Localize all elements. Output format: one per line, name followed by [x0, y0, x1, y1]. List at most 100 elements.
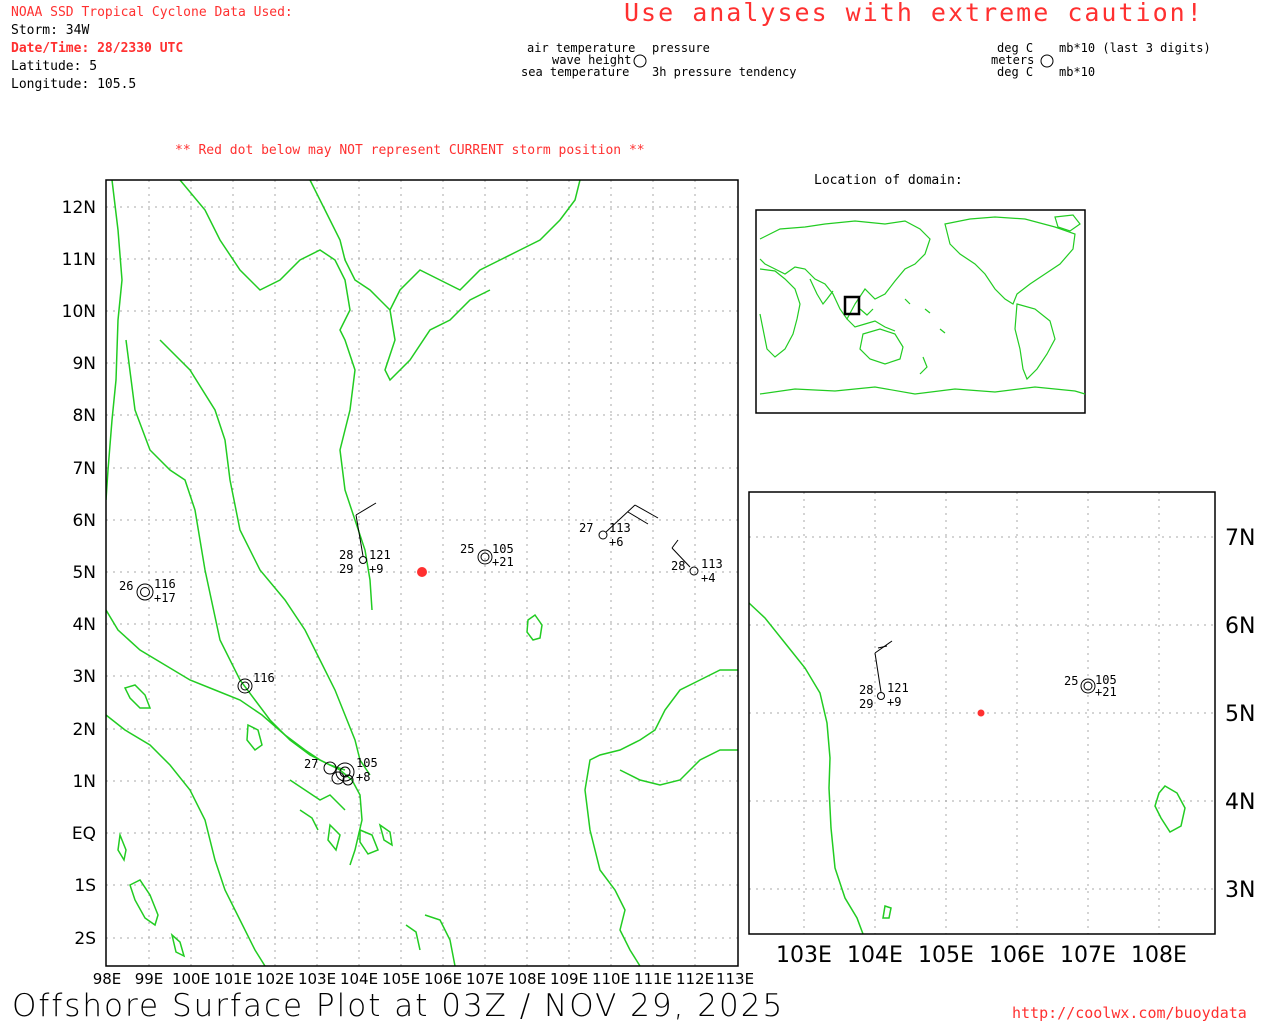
lon-label: 99E — [135, 970, 164, 988]
lat-label: 5N — [72, 563, 96, 583]
lon-label: 104E — [847, 943, 903, 968]
zoom-map-lon-axis: 103E 104E 105E 106E 107E 108E — [776, 943, 1187, 968]
lat-label: EQ — [72, 824, 96, 844]
obs-pressure: 105 — [356, 756, 378, 770]
world-locator-map[interactable] — [755, 209, 1087, 415]
red-dot-note: ** Red dot below may NOT represent CURRE… — [175, 143, 645, 158]
obs-pressure: 113 — [701, 557, 723, 571]
obs-air-temp: 25 — [1064, 674, 1078, 688]
station-obs[interactable]: 27 113 +6 — [579, 504, 659, 549]
lon-label: 103E — [776, 943, 832, 968]
zoom-station-obs[interactable]: 28 121 29 +9 — [859, 640, 909, 711]
lat-label: 7N — [1225, 526, 1255, 551]
legend-tendency: 3h pressure tendency — [652, 65, 797, 79]
obs-tendency: +8 — [356, 770, 370, 784]
obs-sea-temp: 29 — [859, 697, 873, 711]
obs-pressure: 121 — [369, 548, 391, 562]
station-obs[interactable]: 116 — [237, 671, 275, 694]
legend-mb-bottom: mb*10 — [1059, 65, 1096, 79]
obs-tendency: +9 — [887, 695, 901, 709]
obs-air-temp: 27 — [304, 757, 318, 771]
main-map-lat-axis: 12N 11N 10N 9N 8N 7N 6N 5N 4N 3N 2N 1N E… — [62, 198, 96, 949]
legend-station-circle-icon-right — [1040, 54, 1054, 68]
lon-label: 103E — [298, 970, 336, 988]
obs-air-temp: 26 — [119, 579, 133, 593]
storm-position-dot[interactable] — [417, 567, 427, 577]
obs-tendency: +21 — [492, 555, 514, 569]
lat-label: 10N — [62, 302, 96, 322]
obs-tendency: +9 — [369, 562, 383, 576]
lat-label: 2N — [72, 720, 96, 740]
obs-tendency: +4 — [701, 571, 715, 585]
legend-deg-c-bottom: deg C — [997, 65, 1034, 79]
datetime-label: Date/Time: 28/2330 UTC — [11, 41, 184, 56]
obs-tendency: +21 — [1095, 685, 1117, 699]
lon-label: 112E — [676, 970, 714, 988]
obs-pressure: 116 — [253, 671, 275, 685]
footer-url-link[interactable]: http://coolwx.com/buoydata — [1012, 1004, 1247, 1022]
lat-label: 1S — [74, 876, 96, 896]
lat-label: 4N — [1225, 790, 1255, 815]
lat-label: 6N — [72, 511, 96, 531]
storm-label: Storm: 34W — [11, 23, 90, 38]
zoom-station-obs[interactable]: 25 105 +21 — [1064, 673, 1117, 699]
lat-label: 7N — [72, 459, 96, 479]
station-obs[interactable]: 28 121 29 +9 — [339, 502, 391, 576]
main-map[interactable]: 12N 11N 10N 9N 8N 7N 6N 5N 4N 3N 2N 1N E… — [0, 170, 760, 990]
lon-label: 108E — [1131, 943, 1187, 968]
legend-mb-top: mb*10 (last 3 digits) — [1059, 41, 1211, 55]
lon-label: 98E — [93, 970, 122, 988]
lat-label: 1N — [72, 772, 96, 792]
lat-label: 2S — [74, 929, 96, 949]
main-map-lon-axis: 98E 99E 100E 101E 102E 103E 104E 105E 10… — [93, 970, 754, 988]
obs-air-temp: 28 — [859, 683, 873, 697]
inset-title: Location of domain: — [814, 173, 963, 188]
lon-label: 107E — [466, 970, 504, 988]
lon-label: 105E — [382, 970, 420, 988]
station-obs[interactable]: 26 116 +17 — [119, 577, 176, 605]
lat-label: 12N — [62, 198, 96, 218]
obs-tendency: +17 — [154, 591, 176, 605]
obs-air-temp: 27 — [579, 521, 593, 535]
lon-label: 105E — [918, 943, 974, 968]
lon-label: 106E — [989, 943, 1045, 968]
lon-label: 101E — [214, 970, 252, 988]
source-label: NOAA SSD Tropical Cyclone Data Used: — [11, 5, 293, 20]
footer-title: Offshore Surface Plot at 03Z / NOV 29, 2… — [12, 988, 785, 1024]
caution-banner: Use analyses with extreme caution! — [624, 0, 1204, 27]
latitude-label: Latitude: 5 — [11, 59, 98, 74]
zoom-storm-position-dot[interactable] — [977, 709, 985, 717]
lon-label: 109E — [550, 970, 588, 988]
lon-label: 107E — [1060, 943, 1116, 968]
lon-label: 102E — [256, 970, 294, 988]
obs-air-temp: 25 — [460, 542, 474, 556]
obs-pressure: 113 — [609, 521, 631, 535]
zoom-map[interactable]: 7N 6N 5N 4N 3N 103E 104E 105E 106E 107E … — [745, 488, 1280, 978]
obs-pressure: 105 — [492, 542, 514, 556]
lon-label: 100E — [172, 970, 210, 988]
legend-station-circle-icon — [633, 54, 647, 68]
lat-label: 8N — [72, 406, 96, 426]
lat-label: 5N — [1225, 702, 1255, 727]
lat-label: 4N — [72, 615, 96, 635]
longitude-label: Longitude: 105.5 — [11, 77, 137, 92]
lat-label: 9N — [72, 354, 96, 374]
obs-air-temp: 28 — [339, 548, 353, 562]
station-obs[interactable]: 28 113 +4 — [671, 539, 723, 585]
obs-pressure: 116 — [154, 577, 176, 591]
station-obs[interactable]: 25 105 +21 — [460, 542, 514, 569]
legend-pressure: pressure — [652, 41, 710, 55]
lon-label: 111E — [634, 970, 672, 988]
obs-pressure: 121 — [887, 681, 909, 695]
lon-label: 106E — [424, 970, 462, 988]
lon-label: 108E — [508, 970, 546, 988]
legend-sea-temp: sea temperature — [521, 65, 630, 79]
obs-sea-temp: 29 — [339, 562, 353, 576]
obs-air-temp: 28 — [671, 559, 685, 573]
lat-label: 11N — [62, 250, 96, 270]
lon-label: 104E — [340, 970, 378, 988]
lat-label: 3N — [72, 667, 96, 687]
zoom-map-coastlines — [749, 602, 1186, 934]
lat-label: 3N — [1225, 878, 1255, 903]
obs-tendency: +6 — [609, 535, 623, 549]
